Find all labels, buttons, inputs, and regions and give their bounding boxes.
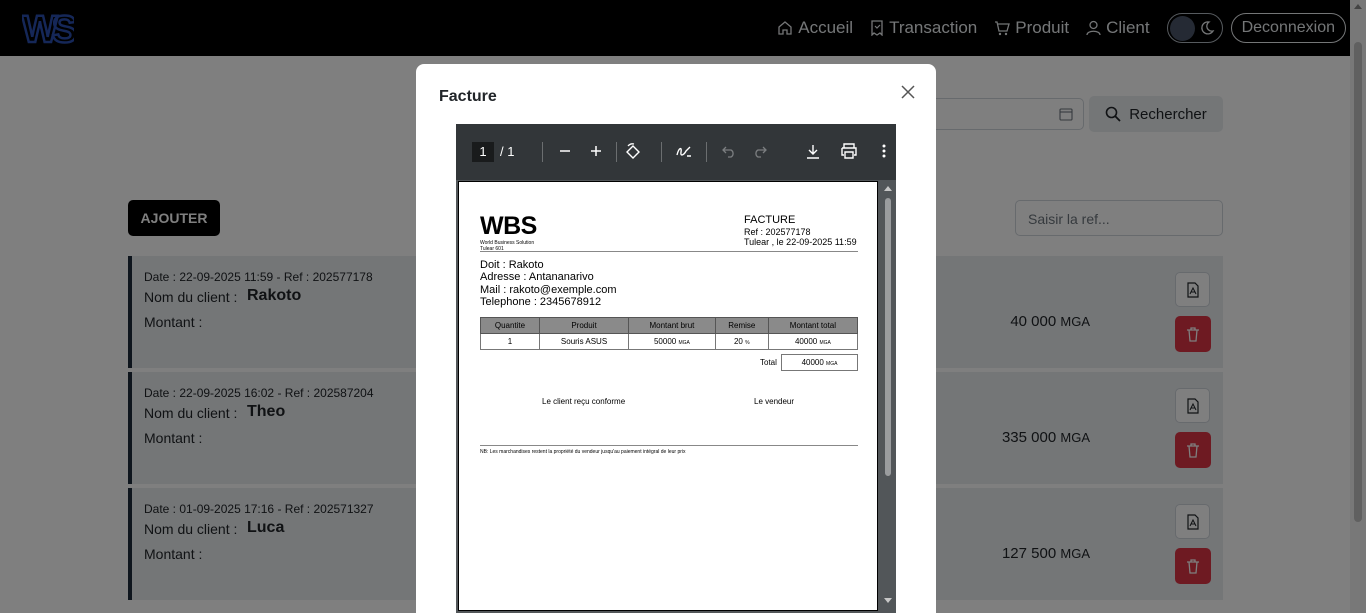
pdf-viewer: 1 / 1 WBS World Business Solution Tulear…: [456, 124, 896, 613]
annotate-icon[interactable]: [675, 143, 693, 161]
invoice-sign-vendeur: Le vendeur: [754, 397, 795, 406]
cell-produit: Souris ASUS: [538, 333, 630, 350]
page-total: / 1: [500, 144, 515, 159]
pdf-page: WBS World Business Solution Tulear 601 F…: [458, 181, 878, 611]
zoom-in-icon[interactable]: [589, 144, 603, 158]
toolbar-divider: [706, 142, 707, 162]
invoice-total-value: 40000 MGA: [781, 354, 858, 371]
invoice-ref: Ref : 202577178: [744, 227, 811, 237]
viewer-scroll-up[interactable]: [884, 186, 892, 191]
pdf-toolbar: 1 / 1: [456, 124, 896, 180]
zoom-out-icon[interactable]: [558, 144, 572, 158]
cell-quantite: 1: [480, 333, 540, 350]
invoice-sign-client: Le client reçu conforme: [542, 397, 626, 406]
invoice-date: Tulear , le 22-09-2025 11:59: [744, 237, 857, 247]
table-header: Montant total: [767, 317, 859, 334]
invoice-telephone: Telephone : 2345678912: [480, 296, 602, 308]
invoice-adresse: Adresse : Antananarivo: [480, 271, 594, 283]
table-row: 1 Souris ASUS 50000 MGA 20 % 40000 MGA: [480, 333, 859, 350]
invoice-table: Quantite Produit Montant brut Remise Mon…: [480, 317, 859, 350]
invoice-divider: [480, 251, 858, 252]
table-header: Remise: [714, 317, 769, 334]
print-icon[interactable]: [840, 143, 858, 159]
cell-brut: 50000 MGA: [628, 333, 716, 350]
table-header: Produit: [538, 317, 630, 334]
invoice-modal: Facture 1 / 1 WBS World Business Solutio…: [416, 64, 936, 613]
viewer-scroll-thumb[interactable]: [885, 198, 891, 476]
invoice-divider: [480, 445, 858, 446]
invoice-mail: Mail : rakoto@exemple.com: [480, 284, 617, 296]
table-header: Quantite: [480, 317, 540, 334]
cell-total: 40000 MGA: [767, 333, 859, 350]
invoice-total-label: Total: [760, 358, 777, 367]
more-options-icon[interactable]: [882, 144, 886, 158]
toolbar-divider: [542, 142, 543, 162]
toolbar-divider: [616, 142, 617, 162]
invoice-doit: Doit : Rakoto: [480, 259, 544, 271]
invoice-company: WBS: [480, 212, 537, 240]
viewer-scroll-down[interactable]: [884, 598, 892, 603]
redo-icon[interactable]: [753, 144, 767, 158]
rotate-icon[interactable]: [624, 143, 642, 161]
undo-icon[interactable]: [722, 144, 736, 158]
toolbar-divider: [661, 142, 662, 162]
download-icon[interactable]: [806, 144, 820, 159]
page-number-input[interactable]: 1: [472, 142, 494, 162]
invoice-doc-title: FACTURE: [744, 214, 796, 226]
close-icon[interactable]: [900, 84, 916, 100]
invoice-note: NB: Les marchandises restent la propriét…: [480, 449, 686, 455]
table-header: Montant brut: [628, 317, 716, 334]
cell-remise: 20 %: [714, 333, 769, 350]
modal-title: Facture: [439, 88, 497, 105]
